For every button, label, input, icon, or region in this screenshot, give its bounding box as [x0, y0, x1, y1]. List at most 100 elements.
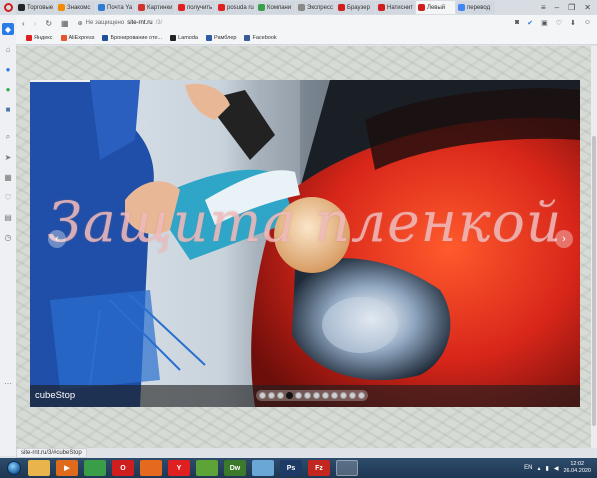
- browser-tab[interactable]: Знакомс: [56, 1, 95, 14]
- shield-check-icon[interactable]: ✔: [527, 19, 533, 27]
- slider-bullet[interactable]: [295, 392, 302, 399]
- window-controls: ≡ – ❐ ✕: [541, 3, 597, 12]
- dreamweaver-app[interactable]: Dw: [224, 460, 246, 476]
- url-field[interactable]: ⊕ Не защищено site-rnt.ru/3/: [78, 20, 163, 27]
- clock[interactable]: 12:02 26.04.2020: [563, 461, 591, 475]
- tray-arrow-icon[interactable]: ▴: [538, 465, 541, 472]
- messenger-icon[interactable]: ●: [2, 63, 14, 75]
- minimize-button[interactable]: –: [555, 3, 559, 12]
- paint-app[interactable]: [252, 460, 274, 476]
- bookmark-item[interactable]: Яндекс: [26, 34, 53, 41]
- slider-bullet[interactable]: [349, 392, 356, 399]
- vk-icon[interactable]: ■: [2, 103, 14, 115]
- taskbar: ▶ O Y Dw Ps Fz EN ▴ ▮ ◀ 12:02 26.04.2020: [0, 458, 597, 478]
- tabs-grid-icon[interactable]: ▦: [61, 19, 69, 28]
- slider-bullet[interactable]: [268, 392, 275, 399]
- heart-icon[interactable]: ♡: [556, 19, 562, 27]
- utorrent-app[interactable]: [196, 460, 218, 476]
- camera-icon[interactable]: ◙: [515, 19, 519, 27]
- browser-tab[interactable]: Левый: [416, 1, 455, 14]
- browser-tab[interactable]: Торговые: [16, 1, 55, 14]
- opera-menu-button[interactable]: [0, 0, 16, 15]
- tab-menu-icon[interactable]: ≡: [541, 3, 546, 12]
- forward-button[interactable]: ›: [34, 19, 37, 28]
- slider-pagination: [256, 390, 368, 401]
- bookmarks-bar: Яндекс AliExpress Бронирование оте... Lamod…: [16, 31, 597, 45]
- slider-next-arrow[interactable]: ›: [555, 230, 573, 248]
- slider-bullet[interactable]: [277, 392, 284, 399]
- history-icon[interactable]: ◷: [2, 231, 14, 243]
- home-icon[interactable]: ⌂: [2, 43, 14, 55]
- browser-tab[interactable]: получить: [176, 1, 215, 14]
- media-player-app[interactable]: ▶: [56, 460, 78, 476]
- bookmark-item[interactable]: Рамблер: [205, 34, 236, 41]
- slider-bullet[interactable]: [259, 392, 266, 399]
- browser-tab[interactable]: posuda ru: [216, 1, 255, 14]
- tab-favicon-icon: [138, 4, 145, 11]
- reload-button[interactable]: ↻: [45, 19, 52, 28]
- bookmark-item[interactable]: Facebook: [244, 34, 277, 41]
- download-icon[interactable]: ⬇: [570, 19, 576, 27]
- browser-tab[interactable]: Экспресс: [296, 1, 335, 14]
- slide-title: Защита пленкой: [47, 190, 563, 254]
- bookmark-item[interactable]: Lamoda: [170, 34, 198, 41]
- scrollbar-thumb[interactable]: [592, 136, 596, 426]
- slider-bullet[interactable]: [340, 392, 347, 399]
- network-icon[interactable]: ▮: [546, 465, 549, 472]
- browser-tab[interactable]: Браузер: [336, 1, 375, 14]
- browser-tab[interactable]: перевод: [456, 1, 495, 14]
- tab-favicon-icon: [418, 4, 425, 11]
- news-icon[interactable]: ▤: [2, 211, 14, 223]
- chrome-app[interactable]: [84, 460, 106, 476]
- window-app[interactable]: [336, 460, 358, 476]
- start-button[interactable]: [0, 458, 28, 478]
- url-path: /3/: [155, 20, 163, 26]
- opera-app[interactable]: O: [112, 460, 134, 476]
- browser-tab[interactable]: Компани: [256, 1, 295, 14]
- profile-icon[interactable]: ☺: [584, 19, 591, 27]
- caption-bar: cubeStop: [30, 385, 580, 407]
- firefox-app[interactable]: [140, 460, 162, 476]
- apps-grid-icon[interactable]: ▦: [2, 171, 14, 183]
- tab-label: перевод: [467, 4, 491, 11]
- more-icon[interactable]: ⋯: [2, 377, 14, 389]
- browser-tab[interactable]: Почта Ya: [96, 1, 135, 14]
- heart-icon[interactable]: ♡: [2, 191, 14, 203]
- speed-dial-icon[interactable]: ◆: [2, 23, 14, 35]
- slider-bullet[interactable]: [358, 392, 365, 399]
- browser-tab[interactable]: Картинки: [136, 1, 175, 14]
- slider-bullet[interactable]: [331, 392, 338, 399]
- close-window-button[interactable]: ✕: [584, 3, 591, 12]
- bookmark-favicon-icon: [102, 34, 109, 41]
- slider-bullet[interactable]: [313, 392, 320, 399]
- photoshop-app[interactable]: Ps: [280, 460, 302, 476]
- bookmark-favicon-icon: [60, 34, 67, 41]
- explorer-app[interactable]: [28, 460, 50, 476]
- bookmark-favicon-icon: [26, 34, 32, 41]
- language-indicator[interactable]: EN: [524, 465, 532, 471]
- slider-prev-arrow[interactable]: ‹: [48, 230, 66, 248]
- tab-label: Левый: [427, 4, 446, 11]
- volume-icon[interactable]: ◀: [554, 465, 559, 472]
- tab-favicon-icon: [298, 4, 305, 11]
- wallet-icon[interactable]: ▣: [541, 19, 548, 27]
- whatsapp-icon[interactable]: ●: [2, 83, 14, 95]
- bookmark-label: Facebook: [252, 34, 277, 41]
- tab-label: Торговые: [27, 4, 54, 11]
- maximize-button[interactable]: ❐: [568, 3, 575, 12]
- yandex-browser-app[interactable]: Y: [168, 460, 190, 476]
- page-scrollbar[interactable]: [591, 46, 597, 448]
- browser-tab[interactable]: Натиснит: [376, 1, 415, 14]
- send-icon[interactable]: ➤: [2, 151, 14, 163]
- bookmark-item[interactable]: AliExpress: [60, 34, 94, 41]
- slider-bullet[interactable]: [304, 392, 311, 399]
- back-button[interactable]: ‹: [22, 19, 25, 28]
- status-url: site-rnt.ru/3/#cubeStop: [16, 448, 87, 458]
- search-icon[interactable]: ⌕: [2, 131, 14, 143]
- bookmark-item[interactable]: Бронирование оте...: [102, 34, 162, 41]
- filezilla-app[interactable]: Fz: [308, 460, 330, 476]
- tab-label: Знакомс: [67, 4, 91, 11]
- slider-bullet[interactable]: [322, 392, 329, 399]
- slider-bullet[interactable]: [286, 392, 293, 399]
- tab-label: Натиснит: [387, 4, 414, 11]
